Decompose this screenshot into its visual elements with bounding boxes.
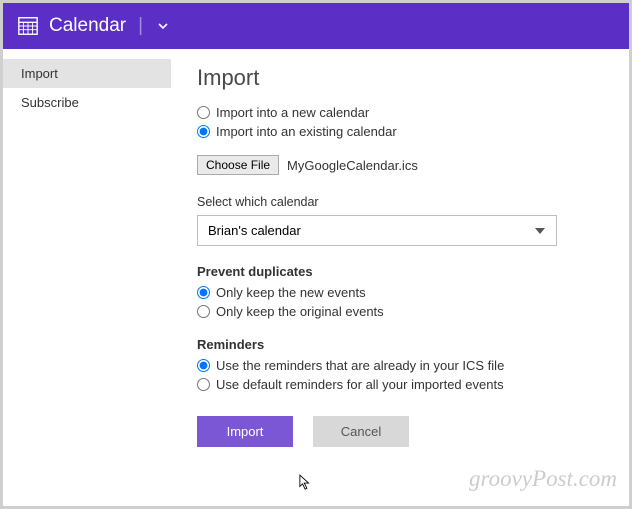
radio-import-new[interactable]: Import into a new calendar bbox=[197, 105, 599, 120]
main-panel: Import Import into a new calendar Import… bbox=[171, 49, 629, 506]
sidebar-item-import[interactable]: Import bbox=[3, 59, 171, 88]
choose-file-button[interactable]: Choose File bbox=[197, 155, 279, 175]
radio-keep-original[interactable]: Only keep the original events bbox=[197, 304, 599, 319]
radio-import-existing-input[interactable] bbox=[197, 125, 210, 138]
calendar-select[interactable]: Brian's calendar bbox=[197, 215, 557, 246]
sidebar: Import Subscribe bbox=[3, 49, 171, 506]
radio-reminders-default-label: Use default reminders for all your impor… bbox=[216, 377, 504, 392]
button-row: Import Cancel bbox=[197, 416, 599, 447]
radio-keep-new[interactable]: Only keep the new events bbox=[197, 285, 599, 300]
import-button[interactable]: Import bbox=[197, 416, 293, 447]
app-body: Import Subscribe Import Import into a ne… bbox=[3, 49, 629, 506]
duplicates-heading: Prevent duplicates bbox=[197, 264, 599, 279]
header-divider: | bbox=[138, 15, 143, 37]
sidebar-item-subscribe[interactable]: Subscribe bbox=[3, 88, 171, 117]
radio-reminders-ics-label: Use the reminders that are already in yo… bbox=[216, 358, 504, 373]
chosen-filename: MyGoogleCalendar.ics bbox=[287, 158, 418, 173]
radio-import-existing-label: Import into an existing calendar bbox=[216, 124, 397, 139]
cancel-button[interactable]: Cancel bbox=[313, 416, 409, 447]
radio-reminders-default-input[interactable] bbox=[197, 378, 210, 391]
radio-import-new-label: Import into a new calendar bbox=[216, 105, 369, 120]
app-window: Calendar | Import Subscribe Import Impor… bbox=[0, 0, 632, 509]
radio-keep-original-label: Only keep the original events bbox=[216, 304, 384, 319]
select-calendar-label: Select which calendar bbox=[197, 195, 599, 209]
calendar-icon bbox=[17, 15, 39, 37]
radio-import-new-input[interactable] bbox=[197, 106, 210, 119]
radio-keep-new-input[interactable] bbox=[197, 286, 210, 299]
radio-reminders-default[interactable]: Use default reminders for all your impor… bbox=[197, 377, 599, 392]
file-chooser: Choose File MyGoogleCalendar.ics bbox=[197, 155, 599, 175]
radio-keep-original-input[interactable] bbox=[197, 305, 210, 318]
radio-reminders-ics[interactable]: Use the reminders that are already in yo… bbox=[197, 358, 599, 373]
radio-keep-new-label: Only keep the new events bbox=[216, 285, 366, 300]
radio-import-existing[interactable]: Import into an existing calendar bbox=[197, 124, 599, 139]
app-title: Calendar bbox=[49, 15, 126, 37]
page-title: Import bbox=[197, 65, 599, 91]
radio-reminders-ics-input[interactable] bbox=[197, 359, 210, 372]
app-header: Calendar | bbox=[3, 3, 629, 49]
calendar-select-wrap: Brian's calendar bbox=[197, 215, 557, 246]
reminders-heading: Reminders bbox=[197, 337, 599, 352]
chevron-down-icon[interactable] bbox=[155, 18, 171, 34]
